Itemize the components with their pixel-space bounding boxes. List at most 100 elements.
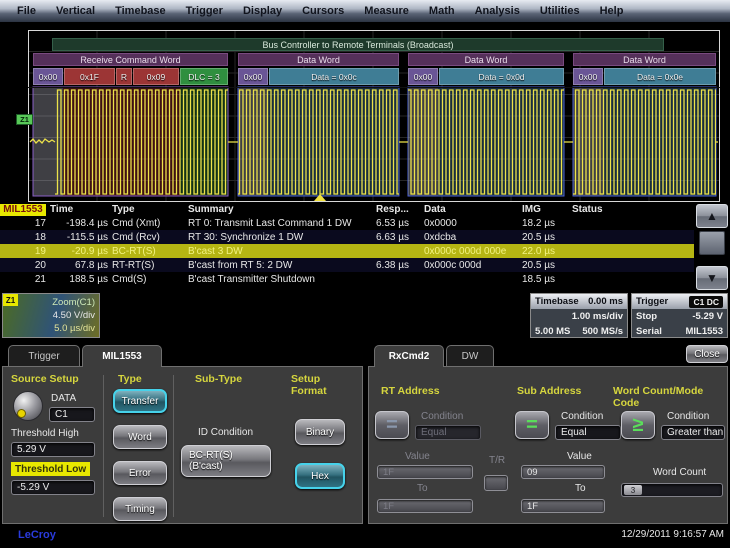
clock: 12/29/2011 9:16:57 AM xyxy=(621,529,724,540)
table-row[interactable]: 20 67.8 µs RT-RT(S) B'cast from RT 5: 2 … xyxy=(0,258,694,272)
word-banner-data2: Data Word xyxy=(408,53,564,66)
oscilloscope-screen: File Vertical Timebase Trigger Display C… xyxy=(0,0,730,548)
trigger-box[interactable]: Trigger C1 DC Stop -5.29 V Serial MIL155… xyxy=(631,293,728,338)
wc-gte-icon[interactable]: ≥ xyxy=(621,411,655,439)
format-hex-button[interactable]: Hex xyxy=(295,463,345,489)
rt-to-label: To xyxy=(417,483,428,494)
table-row[interactable]: 21 188.5 µs Cmd(S) B'cast Transmitter Sh… xyxy=(0,272,694,286)
tab-trigger[interactable]: Trigger xyxy=(8,345,80,367)
type-error-button[interactable]: Error xyxy=(113,461,167,485)
sub-condition-label: Condition xyxy=(561,411,603,422)
rxcmd2-panel: RT Address = Condition Equal Value 1F To… xyxy=(368,366,728,524)
decode-table: MIL1553 Time Type Summary Resp... Data I… xyxy=(0,203,694,291)
menu-timebase[interactable]: Timebase xyxy=(106,3,175,19)
word-banner-data1: Data Word xyxy=(238,53,399,66)
source-knob-icon[interactable] xyxy=(13,391,43,421)
table-scrollbar: ▲ ▼ xyxy=(696,204,728,290)
id-condition-button[interactable]: BC-RT(S) (B'cast) xyxy=(181,445,271,477)
bus-banner: Bus Controller to Remote Terminals (Broa… xyxy=(52,38,664,51)
word-banner-data3: Data Word xyxy=(573,53,716,66)
wc-condition-field[interactable]: Greater than or E xyxy=(661,425,725,440)
timebase-rate: 500 MS/s xyxy=(582,326,623,337)
timebase-box[interactable]: Timebase 0.00 ms 1.00 ms/div 5.00 MS 500… xyxy=(530,293,628,338)
descriptor-tdiv: 5.0 µs/div xyxy=(19,322,95,335)
table-source-badge[interactable]: MIL1553 xyxy=(0,204,46,216)
timebase-samples: 5.00 MS xyxy=(535,326,570,337)
zoom-descriptor-box[interactable]: Z1 Zoom(C1) 4.50 V/div 5.0 µs/div xyxy=(2,293,100,338)
menu-display[interactable]: Display xyxy=(234,3,291,19)
threshold-low-field[interactable]: -5.29 V xyxy=(11,480,95,495)
menu-bar: File Vertical Timebase Trigger Display C… xyxy=(0,0,730,22)
table-row[interactable]: 18 -115.5 µs Cmd (Rcv) RT 30: Synchroniz… xyxy=(0,230,694,244)
descriptor-source: Zoom(C1) xyxy=(19,296,95,309)
cmd-sa-field: 0x09 xyxy=(133,68,179,85)
menu-analysis[interactable]: Analysis xyxy=(466,3,529,19)
menu-file[interactable]: File xyxy=(8,3,45,19)
rt-equal-icon[interactable]: = xyxy=(375,411,409,439)
menu-math[interactable]: Math xyxy=(420,3,464,19)
scroll-up-button[interactable]: ▲ xyxy=(696,204,728,228)
tab-dw[interactable]: DW xyxy=(446,345,494,367)
menu-vertical[interactable]: Vertical xyxy=(47,3,104,19)
dw1-data-field: Data = 0x0c xyxy=(269,68,399,85)
word-count-slider-thumb[interactable]: 3 xyxy=(624,485,642,495)
menu-measure[interactable]: Measure xyxy=(355,3,418,19)
type-word-button[interactable]: Word xyxy=(113,425,167,449)
dw1-sync-field: 0x00 xyxy=(238,68,268,85)
tab-mil1553[interactable]: MIL1553 xyxy=(82,345,162,367)
sub-to-field[interactable]: 1F xyxy=(521,499,605,513)
format-binary-button[interactable]: Binary xyxy=(295,419,345,445)
sub-equal-icon[interactable]: = xyxy=(515,411,549,439)
sub-to-label: To xyxy=(575,483,586,494)
col-resp: Resp... xyxy=(376,204,424,215)
sub-condition-field[interactable]: Equal xyxy=(555,425,621,440)
threshold-low-label: Threshold Low xyxy=(11,462,90,476)
down-arrow-icon: ▼ xyxy=(706,271,718,285)
cmd-rta-field: 0x1F xyxy=(64,68,115,85)
word-banner-command: Receive Command Word xyxy=(33,53,228,66)
word-count-label: Word Count xyxy=(653,467,706,478)
source-channel-field[interactable]: C1 xyxy=(49,407,95,422)
cmd-sync-field: 0x00 xyxy=(33,68,63,85)
menu-utilities[interactable]: Utilities xyxy=(531,3,589,19)
zoom-trace-marker[interactable]: Z1 xyxy=(16,114,33,125)
tr-label: T/R xyxy=(489,455,505,466)
timebase-scale: 1.00 ms/div xyxy=(572,311,623,322)
menu-cursors[interactable]: Cursors xyxy=(293,3,353,19)
waveform-grid: Bus Controller to Remote Terminals (Broa… xyxy=(28,30,720,202)
rt-address-heading: RT Address xyxy=(381,385,440,397)
sub-value-field[interactable]: 09 xyxy=(521,465,605,479)
setup-format-heading: Setup Format xyxy=(291,373,343,397)
zoom-descriptor-tab: Z1 xyxy=(3,294,18,306)
type-timing-button[interactable]: Timing xyxy=(113,497,167,521)
source-setup-heading: Source Setup xyxy=(11,373,79,385)
rt-to-field[interactable]: 1F xyxy=(377,499,473,513)
dw2-data-field: Data = 0x0d xyxy=(439,68,564,85)
dw2-sync-field: 0x00 xyxy=(408,68,438,85)
menu-help[interactable]: Help xyxy=(591,3,633,19)
dw3-sync-field: 0x00 xyxy=(573,68,603,85)
trigger-title: Trigger xyxy=(636,296,668,307)
col-type: Type xyxy=(112,204,188,215)
trigger-type-value: MIL1553 xyxy=(686,326,724,337)
rt-value-field[interactable]: 1F xyxy=(377,465,473,479)
cmd-dlc-field: DLC = 3 xyxy=(180,68,228,85)
menu-trigger[interactable]: Trigger xyxy=(177,3,232,19)
scroll-down-button[interactable]: ▼ xyxy=(696,266,728,290)
threshold-high-label: Threshold High xyxy=(11,428,79,439)
col-data: Data xyxy=(424,204,522,215)
close-button[interactable]: Close xyxy=(686,345,728,363)
id-condition-label: ID Condition xyxy=(198,427,253,438)
threshold-high-field[interactable]: 5.29 V xyxy=(11,442,95,457)
table-row-selected[interactable]: 19 -20.9 µs BC-RT(S) B'cast 3 DW 0x000c … xyxy=(0,244,694,258)
type-transfer-button[interactable]: Transfer xyxy=(113,389,167,413)
rt-condition-field[interactable]: Equal xyxy=(415,425,481,440)
subtype-heading: Sub-Type xyxy=(195,373,242,385)
word-count-slider[interactable]: 3 xyxy=(621,483,723,497)
cmd-tr-field: R xyxy=(116,68,132,85)
tr-field[interactable] xyxy=(484,475,508,491)
scroll-thumb[interactable] xyxy=(699,231,725,255)
col-img: IMG xyxy=(522,204,572,215)
table-row[interactable]: 17 -198.4 µs Cmd (Xmt) RT 0: Transmit La… xyxy=(0,216,694,230)
tab-rxcmd2[interactable]: RxCmd2 xyxy=(374,345,444,367)
